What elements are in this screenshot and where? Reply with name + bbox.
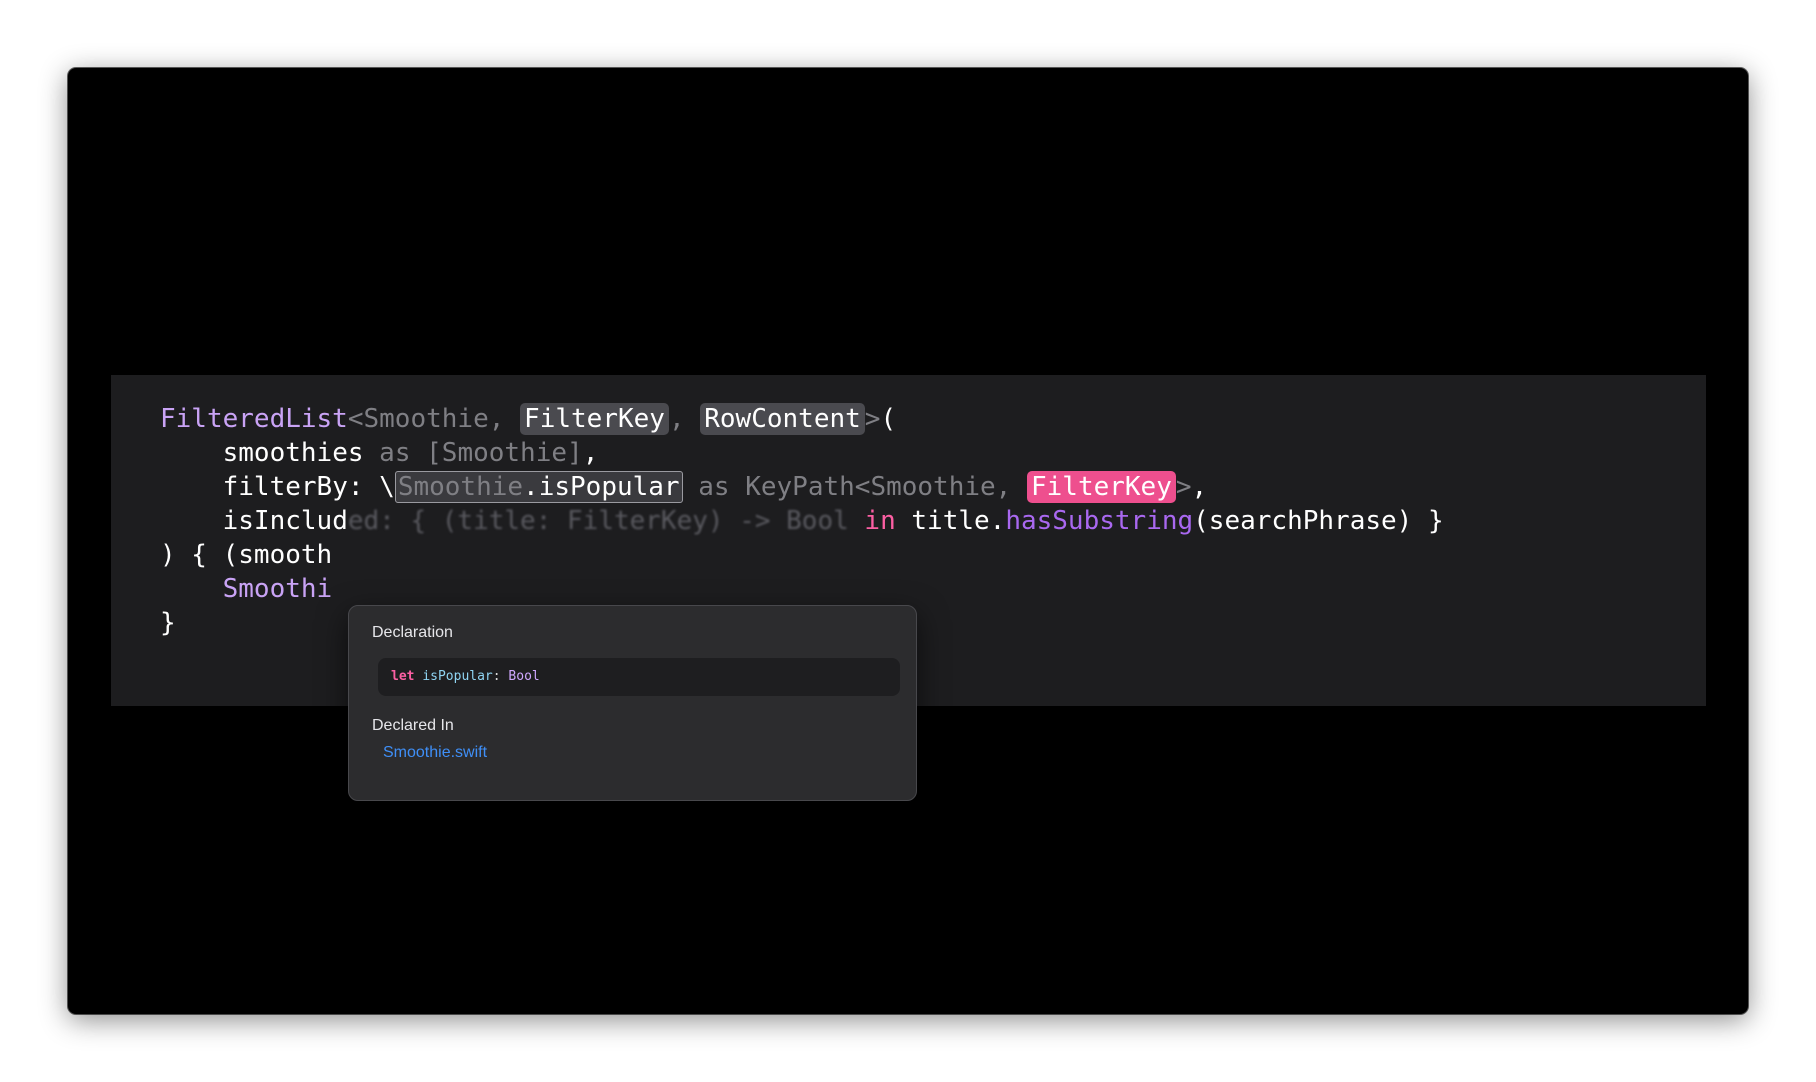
generic-open: < [347,404,364,434]
as-keyword: as [363,438,427,468]
in-keyword: in [864,506,896,536]
row-content-placeholder[interactable]: RowContent [700,403,865,435]
quick-help-popover: Declaration let isPopular: Bool Declared… [348,605,917,801]
declaration-heading: Declaration [372,624,453,641]
decl-colon: : [492,669,509,684]
keypath-property[interactable]: .isPopular [523,472,680,502]
code-line-1: FilteredList<Smoothie, FilterKey, RowCon… [160,401,896,437]
has-substring-method: hasSubstring [1005,506,1194,536]
generic-close: > [864,404,881,434]
code-line-3: filterBy: \ Smoothie.isPopular as KeyPath… [160,469,1207,505]
is-included-label: isInclud [222,506,348,536]
code-line-7: } [160,605,176,641]
open-paren: ( [880,404,897,434]
method-args: (searchPhrase) } [1193,506,1444,536]
filter-by-label: filterBy: \ [222,472,395,502]
generic-comma-2: , [668,404,701,434]
keypath-root: Smoothie [397,472,524,502]
as-keyword: as [682,472,746,502]
obscured-closure-signature: ed: { (title: FilterKey) -> Bool [347,506,865,536]
declared-in-heading: Declared In [372,717,454,734]
code-line-5: ) { (smooth [160,537,332,573]
code-line-6: Smoothi [160,571,333,607]
trailing-closure-open: ) { [160,540,223,570]
keypath-close: > [1175,472,1192,502]
comma: , [582,438,599,468]
code-line-2: smoothies as [Smoothie], [160,435,599,471]
closure-param: (smooth [222,540,333,570]
source-file-link[interactable]: Smoothie.swift [383,744,487,762]
closing-brace: } [160,608,176,638]
filter-key-highlight[interactable]: FilterKey [1026,471,1176,503]
video-frame: FilteredList<Smoothie, FilterKey, RowCon… [68,68,1748,1014]
title-object: title. [911,506,1006,536]
smoothies-label: smoothies [222,438,364,468]
keypath-selection[interactable]: Smoothie.isPopular [394,471,683,503]
keypath-type: KeyPath<Smoothie, [745,472,1027,502]
comma: , [1191,472,1208,502]
declaration-code: let isPopular: Bool [378,658,900,696]
code-line-4: isIncluded: { (title: FilterKey) -> Bool… [160,503,1444,539]
smoothie-array-type: [Smoothie] [426,438,583,468]
decl-type: Bool [508,669,540,684]
generic-comma-1: , [488,404,521,434]
generic-smoothie: Smoothie [363,404,489,434]
let-keyword: let [391,669,415,684]
decl-name: isPopular [422,669,493,684]
smoothie-row-call: Smoothi [222,574,333,604]
filter-key-placeholder[interactable]: FilterKey [520,403,669,435]
code-block: FilteredList<Smoothie, FilterKey, RowCon… [111,375,1444,885]
filtered-list-type: FilteredList [160,404,348,434]
